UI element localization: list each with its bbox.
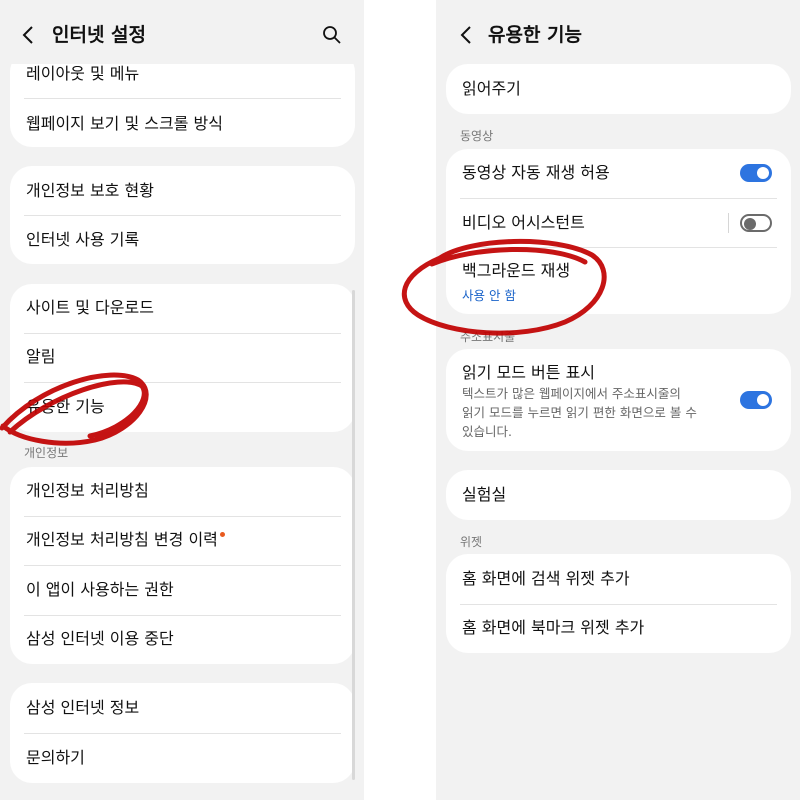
menu-item-read-aloud[interactable]: 읽어주기 — [462, 79, 777, 99]
group-about-card: 삼성 인터넷 정보 문의하기 — [10, 683, 355, 783]
section-label-privacy: 개인정보 — [24, 446, 69, 460]
menu-item-video-autoplay[interactable]: 동영상 자동 재생 허용 — [462, 163, 777, 183]
menu-item-useful-features[interactable]: 유용한 기능 — [26, 397, 341, 417]
widgets-card: 홈 화면에 검색 위젯 추가 홈 화면에 북마크 위젯 추가 — [446, 554, 791, 653]
menu-item-labs[interactable]: 실험실 — [462, 485, 777, 505]
menu-item-sites-downloads[interactable]: 사이트 및 다운로드 — [26, 298, 341, 318]
menu-item-contact[interactable]: 문의하기 — [26, 748, 341, 768]
section-label-video: 동영상 — [460, 129, 494, 143]
menu-item-webpage-view[interactable]: 웹페이지 보기 및 스크롤 방식 — [26, 114, 341, 134]
reader-mode-card: 읽기 모드 버튼 표시 텍스트가 많은 웹페이지에서 주소표시줄의 읽기 모드를… — [446, 349, 791, 451]
menu-item-search-widget[interactable]: 홈 화면에 검색 위젯 추가 — [462, 569, 777, 589]
video-settings-card: 동영상 자동 재생 허용 비디오 어시스턴트 백그라운드 재생 사용 안 함 — [446, 149, 791, 314]
group-layout-card: 레이아웃 및 메뉴 웹페이지 보기 및 스크롤 방식 — [10, 50, 355, 147]
video-assistant-toggle[interactable] — [740, 214, 772, 232]
panel-gap — [364, 0, 436, 800]
toggle-separator — [728, 213, 729, 233]
menu-item-stop-using[interactable]: 삼성 인터넷 이용 중단 — [26, 629, 341, 649]
divider — [460, 198, 777, 199]
group-privacy-policy-card: 개인정보 처리방침 개인정보 처리방침 변경 이력 이 앱이 사용하는 권한 삼… — [10, 467, 355, 664]
divider — [24, 382, 341, 383]
divider — [24, 516, 341, 517]
menu-item-policy-history-label: 개인정보 처리방침 변경 이력 — [26, 530, 218, 549]
video-autoplay-toggle[interactable] — [740, 164, 772, 182]
menu-item-notifications[interactable]: 알림 — [26, 347, 341, 367]
toggle-knob — [757, 394, 769, 406]
new-badge-dot — [219, 532, 225, 537]
reader-mode-desc-line-2: 읽기 모드를 누르면 읽기 편한 화면으로 볼 수 — [462, 405, 697, 420]
reader-mode-desc-line-1: 텍스트가 많은 웹페이지에서 주소표시줄의 — [462, 386, 681, 401]
read-aloud-card: 읽어주기 — [446, 64, 791, 114]
menu-item-bookmark-widget[interactable]: 홈 화면에 북마크 위젯 추가 — [462, 618, 777, 638]
page-title-visible: 인터넷 설정 — [52, 24, 147, 46]
section-label-widget: 위젯 — [460, 535, 483, 549]
scrollbar[interactable] — [352, 290, 355, 780]
menu-item-policy-history[interactable]: 개인정보 처리방침 변경 이력 — [26, 530, 341, 550]
page-title: 유용한 기능 — [488, 24, 583, 46]
right-useful-features-panel: 유용한 기능 읽어주기 동영상 동영상 자동 재생 허용 비디오 어시스턴트 백… — [436, 0, 800, 800]
divider — [24, 615, 341, 616]
menu-item-layout[interactable]: 레이아웃 및 메뉴 — [26, 64, 341, 84]
divider — [460, 604, 777, 605]
menu-item-app-permissions[interactable]: 이 앱이 사용하는 권한 — [26, 580, 341, 600]
menu-item-background-play[interactable]: 백그라운드 재생 — [462, 261, 777, 281]
divider — [460, 247, 777, 248]
divider — [24, 565, 341, 566]
menu-item-video-assistant[interactable]: 비디오 어시스턴트 — [462, 213, 777, 233]
left-settings-panel: 인터넷 설정 레이아웃 및 메뉴 웹페이지 보기 및 스크롤 방식 인터넷 설정… — [0, 0, 364, 800]
toggle-knob — [744, 218, 756, 230]
background-play-value: 사용 안 함 — [462, 288, 516, 303]
menu-item-reader-mode[interactable]: 읽기 모드 버튼 표시 — [462, 363, 777, 383]
menu-item-history[interactable]: 인터넷 사용 기록 — [26, 230, 341, 250]
divider — [24, 333, 341, 334]
divider — [24, 98, 341, 99]
menu-item-about[interactable]: 삼성 인터넷 정보 — [26, 698, 341, 718]
reader-mode-toggle[interactable] — [740, 391, 772, 409]
section-label-address-bar: 주소표시줄 — [460, 330, 516, 344]
menu-item-privacy-status[interactable]: 개인정보 보호 현황 — [26, 181, 341, 201]
toggle-knob — [757, 167, 769, 179]
group-privacy-status-card: 개인정보 보호 현황 인터넷 사용 기록 — [10, 166, 355, 264]
back-chevron-left-icon[interactable] — [458, 24, 474, 51]
menu-item-privacy-policy[interactable]: 개인정보 처리방침 — [26, 481, 341, 501]
divider — [24, 215, 341, 216]
divider — [24, 733, 341, 734]
reader-mode-desc-line-3: 있습니다. — [462, 424, 512, 439]
group-sites-card: 사이트 및 다운로드 알림 유용한 기능 — [10, 284, 355, 432]
back-chevron-left-icon[interactable] — [20, 24, 36, 51]
labs-card: 실험실 — [446, 470, 791, 520]
search-icon[interactable] — [322, 25, 342, 45]
